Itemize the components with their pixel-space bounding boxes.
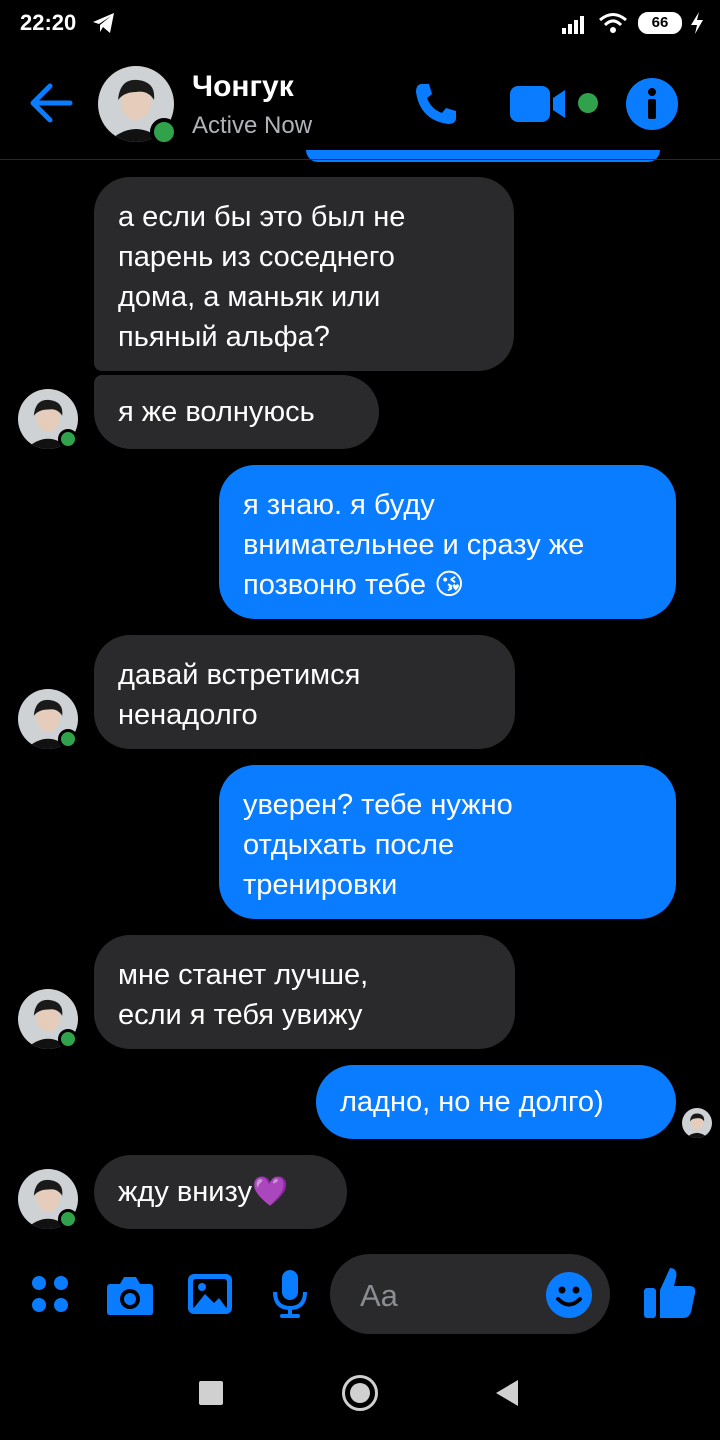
video-camera-icon[interactable]: [510, 84, 570, 124]
previous-message-edge: [306, 150, 660, 162]
message-bubble-outgoing[interactable]: уверен? тебе нужно отдыхать после тренир…: [219, 765, 676, 919]
four-dots-icon[interactable]: [30, 1274, 70, 1314]
emoji-button[interactable]: [546, 1272, 592, 1318]
thumbs-up-icon[interactable]: [642, 1264, 698, 1320]
header-divider: [0, 159, 720, 160]
message-bubble-incoming[interactable]: давай встретимся ненадолго: [94, 635, 515, 749]
message-bubble-incoming[interactable]: а если бы это был не парень из соседнего…: [94, 177, 514, 371]
nav-back-icon[interactable]: [494, 1378, 520, 1408]
message-input-placeholder: Aa: [360, 1278, 398, 1313]
contact-status: Active Now: [192, 112, 313, 139]
info-button[interactable]: [626, 78, 678, 130]
phone-icon[interactable]: [412, 80, 460, 128]
battery-indicator: 66: [638, 12, 682, 34]
camera-icon[interactable]: [106, 1274, 154, 1316]
message-bubble-outgoing[interactable]: я знаю. я буду внимательнее и сразу же п…: [219, 465, 676, 619]
home-button-inner: [350, 1383, 370, 1403]
back-arrow-icon[interactable]: [26, 80, 76, 126]
microphone-icon[interactable]: [270, 1268, 310, 1320]
wifi-icon: [599, 13, 627, 33]
telegram-icon: [93, 13, 114, 33]
message-bubble-incoming[interactable]: мне станет лучше, если я тебя увижу: [94, 935, 515, 1049]
image-icon[interactable]: [186, 1272, 234, 1316]
message-bubble-incoming[interactable]: жду внизу💜: [94, 1155, 347, 1229]
signal-icon: [562, 16, 584, 34]
online-indicator: [150, 118, 178, 146]
online-indicator: [58, 1029, 78, 1049]
online-indicator: [58, 1209, 78, 1229]
online-indicator: [58, 729, 78, 749]
seen-by-avatar: [682, 1108, 712, 1138]
message-bubble-incoming[interactable]: я же волнуюсь: [94, 375, 379, 449]
contact-name[interactable]: Чонгук: [192, 70, 294, 104]
status-time: 22:20: [20, 10, 77, 35]
video-active-dot: [578, 93, 598, 113]
info-icon: [648, 88, 656, 119]
message-bubble-outgoing[interactable]: ладно, но не долго): [316, 1065, 676, 1139]
smiley-icon: [556, 1286, 582, 1307]
charging-icon: [691, 12, 703, 34]
recent-apps-button[interactable]: [199, 1381, 223, 1405]
online-indicator: [58, 429, 78, 449]
